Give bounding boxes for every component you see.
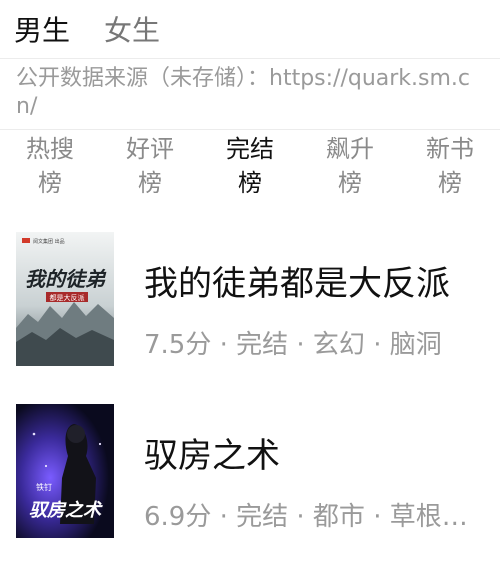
book-cover-art: 阅文集团 出品 我的徒弟 都是大反派 [16,232,114,366]
book-cover[interactable]: 铁钉 驭房之术 [16,404,114,538]
tab-male[interactable]: 男生 [14,9,70,49]
book-item[interactable]: 阅文集团 出品 我的徒弟 都是大反派 我的徒弟都是大反派 7.5分 · 完结 ·… [0,220,500,402]
book-cover-art: 铁钉 驭房之术 [16,404,114,538]
tab-completed[interactable]: 完结 榜 [200,130,300,210]
publisher-logo [22,238,30,243]
tab-label: 新书 [426,135,474,163]
book-item[interactable]: 铁钉 驭房之术 驭房之术 6.9分 · 完结 · 都市 · 草根逆... [0,392,500,574]
tab-label: 完结 [226,135,274,163]
book-meta: 7.5分 · 完结 · 玄幻 · 脑洞 [144,330,442,360]
tab-label: 榜 [438,169,462,197]
tab-new-books[interactable]: 新书 榜 [400,130,500,210]
cover-title: 驭房之术 [29,500,103,521]
tab-label: 热搜 [26,135,74,163]
book-list: 阅文集团 出品 我的徒弟 都是大反派 我的徒弟都是大反派 7.5分 · 完结 ·… [0,220,500,574]
tab-label: 榜 [238,169,262,197]
cover-subtitle: 都是大反派 [50,293,85,302]
book-title[interactable]: 我的徒弟都是大反派 [144,256,450,305]
gender-tabs: 男生 女生 [0,0,500,59]
tab-label: 飙升 [326,135,374,163]
book-cover[interactable]: 阅文集团 出品 我的徒弟 都是大反派 [16,232,114,366]
cover-title: 我的徒弟 [25,267,107,291]
data-source-note: 公开数据来源（未存储）：https://quark.sm.cn/ [0,59,500,130]
book-meta: 6.9分 · 完结 · 都市 · 草根逆... [144,502,490,532]
tab-label: 榜 [338,169,362,197]
tab-label: 好评 [126,135,174,163]
ranking-tabs: 热搜 榜 好评 榜 完结 榜 飙升 榜 新书 榜 [0,130,500,210]
tab-female[interactable]: 女生 [104,9,160,49]
book-title[interactable]: 驭房之术 [144,428,280,477]
tab-good-reviews[interactable]: 好评 榜 [100,130,200,210]
tab-hot-search[interactable]: 热搜 榜 [0,130,100,210]
tab-label: 榜 [138,169,162,197]
tab-label: 榜 [38,169,62,197]
tab-rising[interactable]: 飙升 榜 [300,130,400,210]
cover-publisher: 阅文集团 出品 [33,238,65,245]
cover-author: 铁钉 [36,482,52,492]
